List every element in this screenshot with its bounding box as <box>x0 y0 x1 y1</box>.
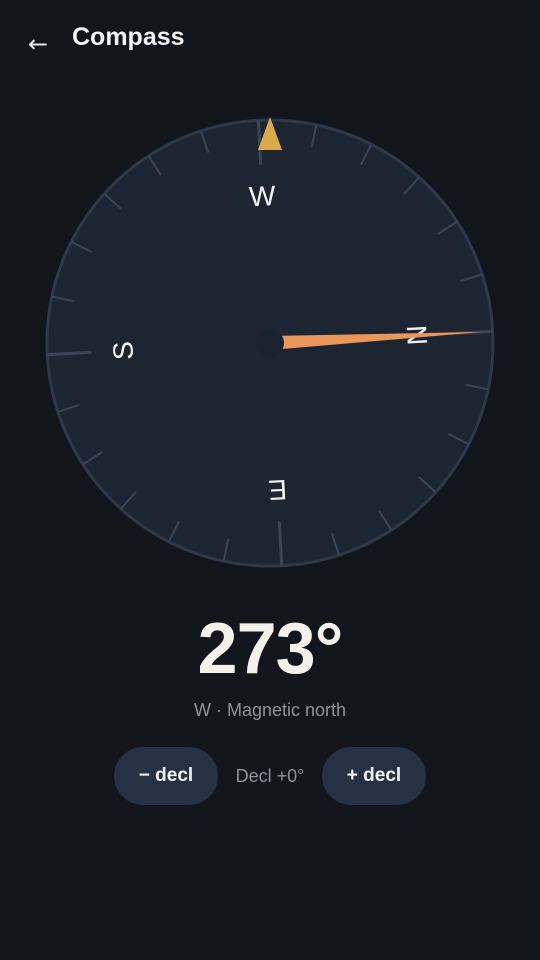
page-title: Compass <box>72 23 185 51</box>
app-bar: ← Compass <box>0 0 540 80</box>
increase-declination-button[interactable]: + decl <box>322 747 426 805</box>
compass-dial: N E S W <box>40 113 500 573</box>
heading-caption: W · Magnetic north <box>193 700 347 720</box>
declination-controls: − decl Decl +0° + decl <box>0 747 540 805</box>
cardinal-east-label: E <box>268 474 288 506</box>
compass-dial-graphic: N E S W <box>45 117 495 568</box>
decrease-declination-button[interactable]: − decl <box>114 747 218 805</box>
cardinal-west-label: W <box>248 180 277 212</box>
heading-value: 273° <box>197 609 344 689</box>
cardinal-south-label: S <box>107 341 139 361</box>
arrow-left-icon: ← <box>27 30 49 58</box>
compass-screen: ← Compass N E S W 273° W · Magnetic nort… <box>0 0 540 960</box>
needle-hub <box>256 329 284 357</box>
declination-readout: Decl +0° <box>235 766 305 786</box>
back-button[interactable]: ← <box>18 24 58 64</box>
